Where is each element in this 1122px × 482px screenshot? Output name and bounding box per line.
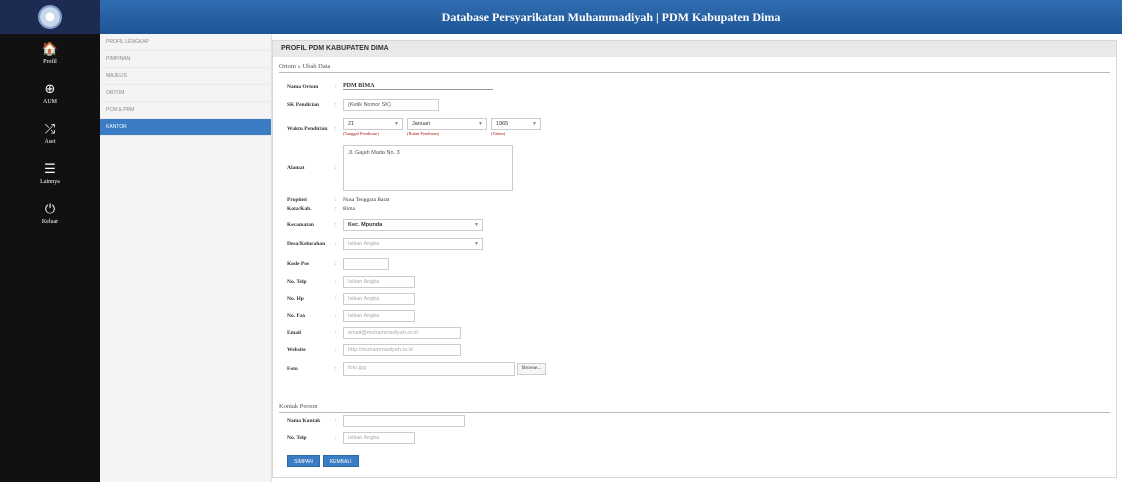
year-select[interactable]: 1965 ▼ <box>491 118 541 130</box>
form-actions: SIMPAN KEMBALI <box>287 455 362 467</box>
day-select[interactable]: 21 ▼ <box>343 118 403 130</box>
home-icon: 🏠 <box>41 42 59 57</box>
nav-item-keluar[interactable]: ⏻ Keluar <box>0 194 100 234</box>
icon-sidebar: 🏠 Profil ⊕ AUM ⤮ Aset ☰ Lainnya ⏻ Keluar <box>0 34 100 482</box>
form-row-propinsi: Propinsi : Nusa Tenggara Barat <box>287 197 390 203</box>
month-select[interactable]: Januari ▼ <box>407 118 487 130</box>
field-label: Kode Pos <box>287 261 310 267</box>
menu-item-profil-lengkap[interactable]: PROFIL LENGKAP <box>100 34 271 51</box>
app-title: Database Persyarikatan Muhammadiyah | PD… <box>441 10 781 24</box>
kontak-nama-input[interactable] <box>343 415 465 427</box>
kecamatan-select[interactable]: Kec. Mpunda ▼ <box>343 219 483 231</box>
field-label: No. Telp <box>287 279 307 285</box>
shuffle-icon: ⤮ <box>44 122 56 137</box>
field-label: Waktu Pendirian <box>287 126 328 132</box>
field-label: No. Telp <box>287 435 307 441</box>
nav-label: Profil <box>43 59 57 65</box>
year-hint: (Tahun) <box>491 131 506 136</box>
email-input[interactable]: email@muhammadiyah.or.id <box>343 327 461 339</box>
field-label: Desa/Kelurahan <box>287 241 326 247</box>
form-row-hp: No. Hp : Isikan Angka <box>287 293 415 305</box>
kota-value: Bima <box>343 206 355 212</box>
nav-item-aum[interactable]: ⊕ AUM <box>0 74 100 114</box>
nav-item-aset[interactable]: ⤮ Aset <box>0 114 100 154</box>
day-hint: (Tanggal Pendirian) <box>343 131 379 136</box>
field-label: SK Pendirian <box>287 102 319 108</box>
logo-emblem-icon <box>40 7 60 27</box>
form-row-kontak-nama: Nama Kontak : <box>287 415 465 427</box>
kode-pos-input[interactable] <box>343 258 389 270</box>
month-hint: (Bulan Pendirian) <box>407 131 440 136</box>
field-label: Nama Kontak <box>287 418 321 424</box>
nav-item-lainnya[interactable]: ☰ Lainnya <box>0 154 100 194</box>
form-row-website: Website : http://muhammadiyah.or.id <box>287 344 461 356</box>
field-label: No. Hp <box>287 296 304 302</box>
list-icon: ☰ <box>44 162 56 177</box>
sk-pendirian-input[interactable]: (Ketik Nomor SK) <box>343 99 439 111</box>
menu-sidebar: PROFIL LENGKAP PIMPINAN MAJELIS ORTOM PC… <box>100 34 272 482</box>
menu-item-pcm-prm[interactable]: PCM & PRM <box>100 102 271 119</box>
field-label: Kota/Kab. <box>287 206 312 212</box>
form-row-nama: Nama Ortom : PDM BIMA <box>287 83 493 90</box>
website-input[interactable]: http://muhammadiyah.or.id <box>343 344 461 356</box>
field-label: Kecamatan <box>287 222 314 228</box>
nav-label: AUM <box>42 99 57 105</box>
field-label: Propinsi <box>287 197 307 203</box>
form-row-kecamatan: Kecamatan : Kec. Mpunda ▼ <box>287 219 483 231</box>
form-row-fax: No. Fax : Isikan Angka <box>287 310 415 322</box>
nav-label: Keluar <box>41 219 59 225</box>
nama-ortom-value: PDM BIMA <box>343 83 493 90</box>
top-header: Database Persyarikatan Muhammadiyah | PD… <box>0 0 1122 34</box>
nav-label: Lainnya <box>40 179 60 185</box>
browse-button[interactable]: Browse... <box>517 363 547 375</box>
foto-input[interactable]: foto.jpg <box>343 362 515 376</box>
form-row-alamat: Alamat : Jl. Gajah Mada No. 3 <box>287 145 513 191</box>
menu-item-majelis[interactable]: MAJELIS <box>100 68 271 85</box>
form-row-desa: Desa/Kelurahan : Isikan Angka ▼ <box>287 238 483 250</box>
form-row-sk: SK Pendirian : (Ketik Nomor SK) <box>287 99 439 111</box>
globe-icon: ⊕ <box>44 82 56 97</box>
form-row-kodepos: Kode Pos : <box>287 258 389 270</box>
back-button[interactable]: KEMBALI <box>322 455 359 467</box>
telp-input[interactable]: Isikan Angka <box>343 276 415 288</box>
section-heading-ortom: Ortom » Ubah Data <box>279 63 1110 73</box>
field-label: Website <box>287 347 306 353</box>
form-row-waktu: Waktu Pendirian : 21 ▼ (Tanggal Pendirian… <box>287 118 541 136</box>
form-row-kota: Kota/Kab. : Bima <box>287 206 355 212</box>
form-row-foto: Foto : foto.jpg Browse... <box>287 362 547 376</box>
main-panel: PROFIL PDM KABUPATEN DIMA Ortom » Ubah D… <box>272 40 1117 478</box>
menu-item-ortom[interactable]: ORTOM <box>100 85 271 102</box>
menu-item-pimpinan[interactable]: PIMPINAN <box>100 51 271 68</box>
hp-input[interactable]: Isikan Angka <box>343 293 415 305</box>
kontak-telp-input[interactable]: Isikan Angka <box>343 432 415 444</box>
field-label: Foto <box>287 366 298 372</box>
power-icon: ⏻ <box>44 202 56 217</box>
desa-select[interactable]: Isikan Angka ▼ <box>343 238 483 250</box>
nav-label: Aset <box>44 139 56 145</box>
form-row-telp: No. Telp : Isikan Angka <box>287 276 415 288</box>
nav-item-profil[interactable]: 🏠 Profil <box>0 34 100 74</box>
propinsi-value: Nusa Tenggara Barat <box>343 197 390 203</box>
logo <box>0 0 100 34</box>
alamat-textarea[interactable]: Jl. Gajah Mada No. 3 <box>343 145 513 191</box>
form-row-email: Email : email@muhammadiyah.or.id <box>287 327 461 339</box>
form-row-kontak-telp: No. Telp : Isikan Angka <box>287 432 415 444</box>
fax-input[interactable]: Isikan Angka <box>343 310 415 322</box>
menu-item-kantor[interactable]: KANTOR <box>100 119 271 136</box>
save-button[interactable]: SIMPAN <box>287 455 320 467</box>
field-label: Alamat <box>287 165 305 171</box>
panel-title: PROFIL PDM KABUPATEN DIMA <box>273 41 1116 57</box>
field-label: Nama Ortom <box>287 83 319 90</box>
field-label: No. Fax <box>287 313 306 319</box>
field-label: Email <box>287 330 302 336</box>
section-heading-kontak: Kontak Person <box>279 403 1110 413</box>
